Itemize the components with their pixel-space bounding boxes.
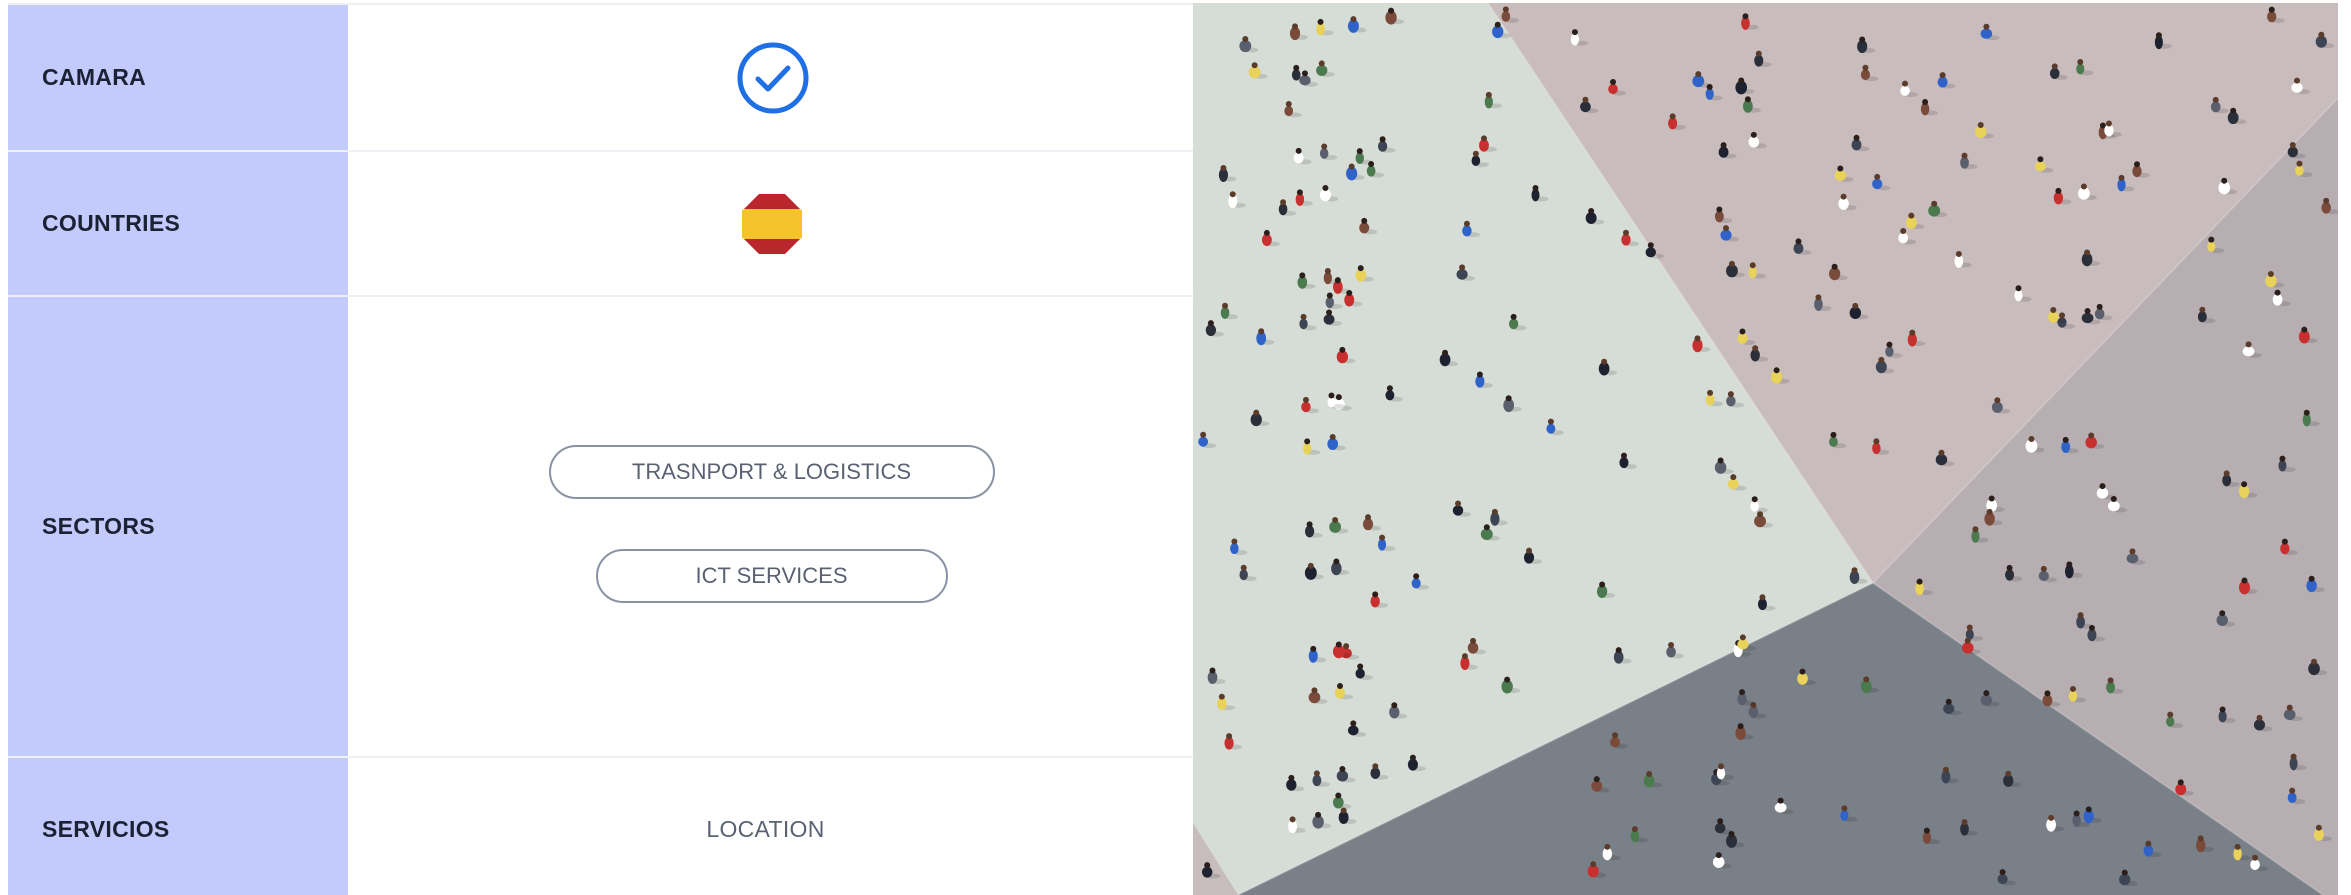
row-label-camara: CAMARA [42,64,147,90]
table-row-camara: CAMARA [8,5,1193,152]
label-cell: COUNTRIES [8,152,350,295]
value-cell [350,5,1193,150]
table-row-countries: COUNTRIES [8,152,1193,297]
table-row-servicios: SERVICIOS LOCATION [8,758,1193,895]
value-cell: LOCATION [350,758,1193,895]
value-cell: TRASNPORT & LOGISTICS ICT SERVICES [350,297,1193,756]
label-cell: SECTORS [8,297,350,756]
label-cell: SERVICIOS [8,758,350,895]
check-circle-icon [737,42,808,113]
page: CAMARA COUNTRIES SECTORS TRASNPORT & LOG… [0,0,2351,895]
service-value-location: LOCATION [706,815,825,842]
crowd-illustration [1193,3,2338,895]
spain-flag-icon [741,193,802,254]
sector-tag-ict-services[interactable]: ICT SERVICES [595,548,948,603]
label-cell: CAMARA [8,5,350,150]
table-row-sectors: SECTORS TRASNPORT & LOGISTICS ICT SERVIC… [8,297,1193,758]
sector-tag-transport-logistics[interactable]: TRASNPORT & LOGISTICS [548,444,995,499]
row-label-sectors: SECTORS [42,513,155,539]
info-table: CAMARA COUNTRIES SECTORS TRASNPORT & LOG… [8,3,1193,895]
row-label-countries: COUNTRIES [42,210,181,236]
value-cell [350,152,1193,295]
aerial-crowd-photo [1193,3,2338,895]
row-label-servicios: SERVICIOS [42,815,170,842]
